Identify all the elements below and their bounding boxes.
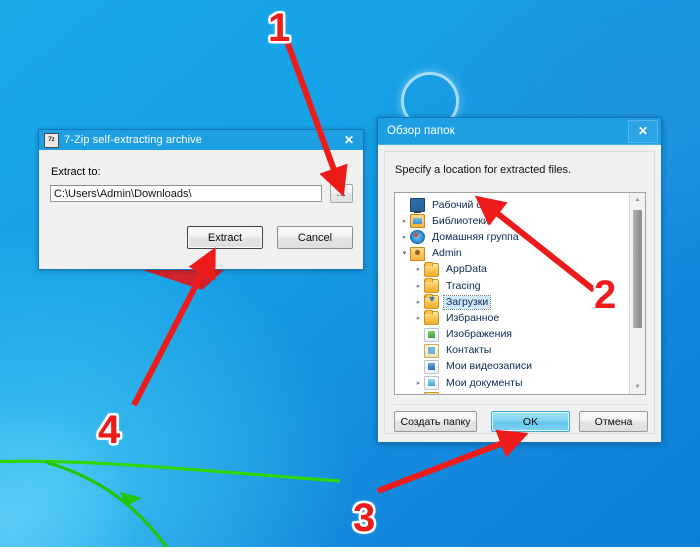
expander-icon[interactable]: ▸	[413, 299, 424, 306]
tree-item-label: Загрузки	[442, 294, 492, 310]
tree-item-label: Моя музыка	[444, 393, 507, 394]
extract-button[interactable]: Extract	[187, 226, 263, 249]
tree-item-label: Контакты	[446, 344, 492, 357]
expander-icon[interactable]: ▸	[413, 266, 424, 273]
close-icon[interactable]: ✕	[628, 119, 658, 143]
music-folder-icon	[424, 392, 439, 394]
browse-prompt-text: Specify a location for extracted files.	[395, 164, 572, 176]
sfx-titlebar[interactable]: 7z 7-Zip self-extracting archive ✕	[39, 130, 363, 150]
scroll-up-icon[interactable]: ▲	[630, 193, 645, 207]
tree-item-label: Избранное	[446, 311, 500, 324]
tree-item[interactable]: ▸ Tracing	[395, 278, 629, 294]
folder-icon	[424, 278, 439, 294]
tree-item-label: Рабочий стол	[432, 198, 498, 211]
7z-archive-icon: 7z	[44, 132, 59, 148]
videos-folder-icon	[424, 359, 439, 374]
homegroup-icon	[410, 230, 425, 245]
contacts-folder-icon	[424, 343, 439, 358]
user-folder-icon	[410, 246, 425, 261]
tree-item[interactable]: ▾ Admin	[395, 246, 629, 262]
documents-folder-icon	[424, 376, 439, 391]
tree-item-label: Admin	[432, 247, 462, 260]
expander-icon[interactable]: ▸	[413, 315, 424, 322]
extract-to-label: Extract to:	[51, 166, 101, 178]
expander-icon[interactable]: ▸	[413, 380, 424, 387]
sfx-dialog-title: 7-Zip self-extracting archive	[64, 134, 203, 146]
downloads-folder-icon	[424, 294, 439, 310]
sfx-archive-dialog: 7z 7-Zip self-extracting archive ✕ Extra…	[38, 129, 364, 270]
tree-item[interactable]: ▸ Загрузки	[395, 294, 629, 310]
scroll-down-icon[interactable]: ▼	[630, 380, 645, 394]
browse-dialog-title: Обзор папок	[387, 125, 455, 137]
tree-item-label: Изображения	[446, 328, 512, 341]
folder-tree-container[interactable]: Рабочий стол ▸ Библиотеки ▸ Домашняя группа ▾…	[394, 192, 646, 395]
browse-ellipsis-button[interactable]: ...	[330, 184, 353, 203]
tree-item[interactable]: ▸ Библиотеки	[395, 213, 629, 229]
create-folder-button[interactable]: Создать папку	[394, 411, 477, 432]
expander-icon[interactable]: ▸	[399, 234, 410, 241]
browse-for-folder-dialog: Обзор папок ✕ Specify a location for ext…	[377, 117, 662, 443]
tree-item[interactable]: Мои видеозаписи	[395, 359, 629, 375]
sfx-dialog-body: Extract to: C:\Users\Admin\Downloads\ ..…	[39, 150, 363, 269]
expander-icon[interactable]: ▾	[399, 250, 410, 257]
pictures-folder-icon	[424, 327, 439, 342]
close-icon[interactable]: ✕	[337, 131, 361, 149]
tree-item[interactable]: Рабочий стол	[395, 197, 629, 214]
folder-tree[interactable]: Рабочий стол ▸ Библиотеки ▸ Домашняя группа ▾…	[395, 193, 629, 394]
tree-item-label: AppData	[446, 263, 487, 276]
ok-button[interactable]: OK	[491, 411, 570, 432]
tree-item[interactable]: Изображения	[395, 327, 629, 343]
tree-item-label: Tracing	[446, 279, 481, 292]
libraries-icon	[410, 214, 425, 229]
cancel-button[interactable]: Cancel	[277, 226, 353, 249]
tree-item[interactable]: ▸ Мои документы	[395, 375, 629, 391]
tree-item[interactable]: ▸ AppData	[395, 261, 629, 278]
tree-item-label: Мои видеозаписи	[446, 360, 532, 373]
tree-item-label: Домашняя группа	[432, 230, 519, 243]
tree-item-label: Библиотеки	[432, 214, 489, 227]
browse-titlebar[interactable]: Обзор папок ✕	[378, 118, 661, 144]
browse-dialog-body: Specify a location for extracted files. …	[378, 144, 661, 440]
tree-item[interactable]: Моя музыка	[395, 391, 629, 394]
favorites-folder-icon	[424, 310, 439, 326]
extract-path-input[interactable]: C:\Users\Admin\Downloads\	[50, 185, 322, 202]
tree-item[interactable]: Контакты	[395, 343, 629, 359]
desktop-icon	[410, 198, 425, 214]
tree-scrollbar[interactable]: ▲ ▼	[629, 193, 645, 394]
cancel-button[interactable]: Отмена	[579, 411, 648, 432]
tree-item-label: Мои документы	[446, 376, 523, 389]
folder-icon	[424, 261, 439, 277]
scrollbar-thumb[interactable]	[633, 210, 642, 328]
browse-inner-panel: Specify a location for extracted files. …	[384, 151, 655, 434]
expander-icon[interactable]: ▸	[399, 218, 410, 225]
tree-item[interactable]: ▸ Избранное	[395, 310, 629, 326]
divider	[394, 404, 648, 405]
tree-item[interactable]: ▸ Домашняя группа	[395, 229, 629, 245]
expander-icon[interactable]: ▸	[413, 283, 424, 290]
